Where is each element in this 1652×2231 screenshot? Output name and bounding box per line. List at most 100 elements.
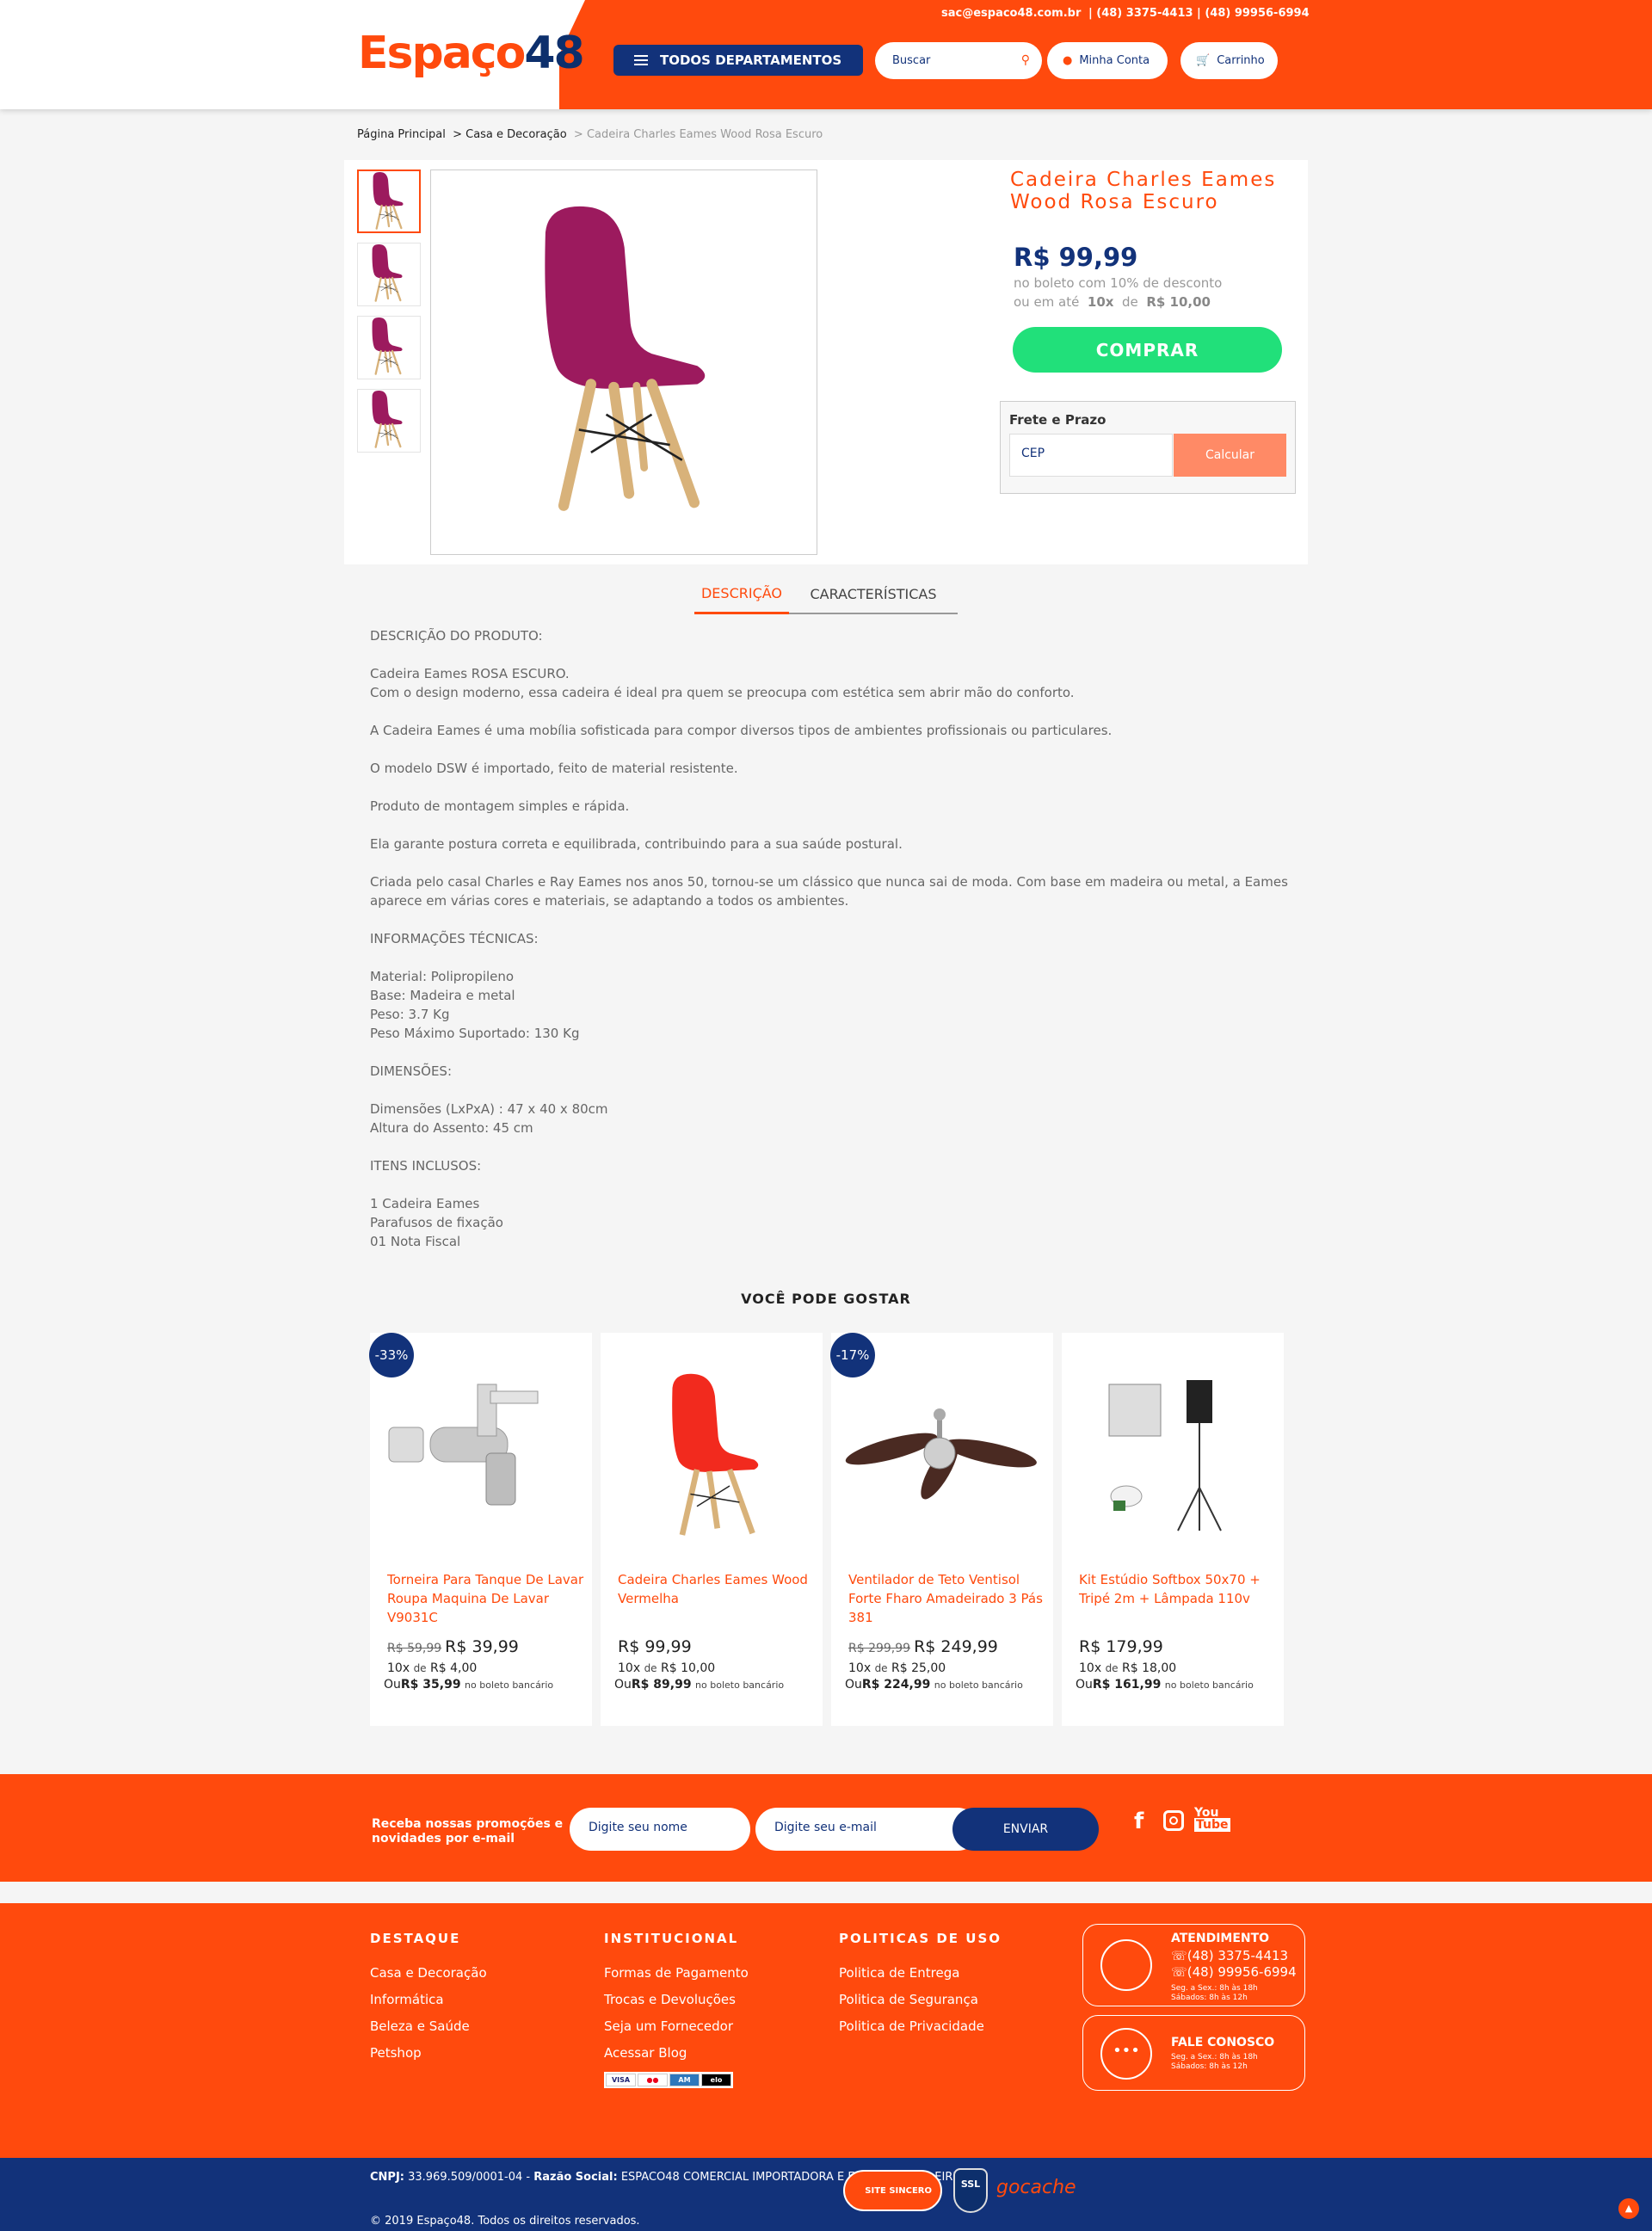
contact-email[interactable]: sac@espaco48.com.br [941, 7, 1081, 20]
scroll-top-icon[interactable]: ▲ [1618, 2198, 1639, 2219]
gocache-logo: gocache [996, 2177, 1076, 2198]
seal-ssl-text: SSL [960, 2179, 981, 2190]
product-card-name[interactable]: Kit Estúdio Softbox 50x70 + Tripé 2m + L… [1079, 1570, 1277, 1608]
red-chair-image [672, 1373, 759, 1536]
breadcrumb-home[interactable]: Página Principal [357, 128, 446, 141]
footer-link[interactable]: Politica de Segurança [839, 1992, 1002, 2007]
product-card[interactable]: Kit Estúdio Softbox 50x70 + Tripé 2m + L… [1062, 1333, 1284, 1726]
shipping-label: Frete e Prazo [1009, 412, 1106, 428]
contact-phones: | (48) 3375-4413 | (48) 99956-6994 [1088, 7, 1310, 20]
footer-link[interactable]: Formas de Pagamento [604, 1965, 749, 1981]
footer-col-destaque: DESTAQUE Casa e Decoração Informática Be… [370, 1931, 487, 2072]
cep-input[interactable]: CEP [1009, 434, 1173, 477]
bol-suffix: no boleto bancário [934, 1679, 1023, 1691]
product-thumbnail[interactable] [357, 169, 421, 233]
discount-badge: -17% [830, 1333, 875, 1377]
product-card-installments: 10x de R$ 18,00 [1079, 1661, 1176, 1675]
product-main-image[interactable] [430, 169, 817, 555]
installments: ou em até 10x de R$ 10,00 [1014, 293, 1222, 311]
footer-link[interactable]: Seja um Fornecedor [604, 2018, 749, 2034]
footer-col-title: INSTITUCIONAL [604, 1931, 739, 1946]
newsletter-name-input[interactable]: Digite seu nome [570, 1808, 750, 1851]
youtube-icon[interactable]: You Tube [1194, 1807, 1230, 1832]
product-card-name[interactable]: Torneira Para Tanque De Lavar Roupa Maqu… [387, 1570, 585, 1627]
description-line: Com o design moderno, essa cadeira é ide… [370, 685, 1075, 700]
buy-button[interactable]: COMPRAR [1013, 327, 1282, 373]
site-sincero-seal[interactable]: SITE SINCERO [843, 2170, 942, 2211]
site-header: Espaço48 sac@espaco48.com.br | (48) 3375… [0, 0, 1652, 109]
description-line: Cadeira Eames ROSA ESCURO. [370, 666, 570, 681]
product-card-name[interactable]: Ventilador de Teto Ventisol Forte Fharo … [848, 1570, 1046, 1627]
departments-button[interactable]: TODOS DEPARTAMENTOS [613, 45, 863, 76]
shipping-calculator: Frete e Prazo CEP Calcular [1000, 401, 1296, 494]
description-line: Criada pelo casal Charles e Ray Eames no… [370, 874, 1288, 909]
product-thumbnail[interactable] [357, 316, 421, 379]
footer-link[interactable]: Petshop [370, 2045, 487, 2061]
discount-badge: -33% [369, 1333, 414, 1377]
product-card-name[interactable]: Cadeira Charles Eames Wood Vermelha [618, 1570, 816, 1608]
footer-link[interactable]: Informática [370, 1992, 487, 2007]
site-logo[interactable]: Espaço48 [358, 26, 585, 81]
inst-value: R$ 18,00 [1122, 1661, 1177, 1675]
facebook-icon[interactable]: f [1134, 1809, 1143, 1834]
cnpj-label: CNPJ: [370, 2171, 404, 2184]
bol-prefix: Ou [384, 1678, 401, 1692]
newsletter-email-input[interactable]: Digite seu e-mail [755, 1808, 979, 1851]
description-line: Peso Máximo Suportado: 130 Kg [370, 1026, 580, 1041]
search-input[interactable]: Buscar ⚲ [875, 42, 1042, 79]
inst-value: R$ 10,00 [661, 1661, 716, 1675]
calculate-button[interactable]: Calcular [1174, 434, 1286, 477]
product-card[interactable]: -33% Torneira Para Tanque De Lavar Roupa… [369, 1333, 592, 1726]
product-thumbnail[interactable] [357, 389, 421, 453]
breadcrumb-category[interactable]: > Casa e Decoração [453, 128, 567, 141]
description-line: Produto de montagem simples e rápida. [370, 798, 630, 814]
account-button[interactable]: ● Minha Conta [1047, 42, 1168, 79]
description-line: Material: Polipropileno [370, 969, 515, 984]
ssl-seal[interactable]: SSL [953, 2168, 988, 2213]
footer-link[interactable]: Trocas e Devoluções [604, 1992, 749, 2007]
breadcrumb: Página Principal > Casa e Decoração > Ca… [357, 128, 823, 141]
chat-icon: ••• [1100, 2028, 1152, 2080]
headset-icon [1100, 1939, 1152, 1991]
chair-image [371, 316, 404, 375]
search-icon[interactable]: ⚲ [1021, 53, 1030, 67]
instagram-icon[interactable] [1163, 1810, 1184, 1831]
footer-link[interactable]: Politica de Entrega [839, 1965, 1002, 1981]
description-line: Base: Madeira e metal [370, 988, 515, 1003]
product-card-price: R$ 59,99 R$ 39,99 [387, 1637, 519, 1656]
attendance-box[interactable]: ATENDIMENTO ☏(48) 3375-4413 ☏(48) 99956-… [1082, 1924, 1305, 2006]
description-line: Parafusos de fixação [370, 1215, 503, 1230]
description-line: DIMENSÕES: [370, 1063, 452, 1079]
footer-col-title: DESTAQUE [370, 1931, 461, 1946]
product-card-price: R$ 179,99 [1079, 1637, 1163, 1656]
bol-suffix: no boleto bancário [465, 1679, 554, 1691]
bol-value: R$ 161,99 [1092, 1678, 1162, 1692]
newsletter-section: Receba nossas promoções e novidades por … [0, 1774, 1652, 1882]
tab-description[interactable]: DESCRIÇÃO [694, 575, 789, 614]
search-placeholder: Buscar [892, 54, 931, 67]
newsletter-submit-button[interactable]: ENVIAR [952, 1808, 1099, 1851]
product-card[interactable]: -17% Ventilador de Teto Ventisol Forte F… [830, 1333, 1053, 1726]
amex-icon: AM [669, 2074, 700, 2086]
description-line: Ela garante postura correta e equilibrad… [370, 836, 903, 852]
footer-link[interactable]: Casa e Decoração [370, 1965, 487, 1981]
footer-link[interactable]: Politica de Privacidade [839, 2018, 1002, 2034]
footer-col-institucional: INSTITUCIONAL Formas de Pagamento Trocas… [604, 1931, 749, 2088]
contact-box[interactable]: ••• FALE CONOSCO Seg. a Sex.: 8h às 18h S… [1082, 2015, 1305, 2091]
installment-prefix: ou em até [1014, 294, 1080, 310]
footer-link[interactable]: Beleza e Saúde [370, 2018, 487, 2034]
phone-1: (48) 3375-4413 [1187, 1948, 1289, 1963]
chair-image [372, 170, 404, 230]
cart-button[interactable]: 🛒 Carrinho [1180, 42, 1278, 79]
footer-link[interactable]: Acessar Blog [604, 2045, 749, 2061]
description-line: O modelo DSW é importado, feito de mater… [370, 761, 738, 776]
product-card[interactable]: Cadeira Charles Eames Wood Vermelha R$ 9… [601, 1333, 823, 1726]
product-thumbnail[interactable] [357, 243, 421, 306]
tab-characteristics[interactable]: CARACTERÍSTICAS [789, 575, 958, 614]
newsletter-text: Receba nossas promoções e novidades por … [372, 1817, 564, 1846]
